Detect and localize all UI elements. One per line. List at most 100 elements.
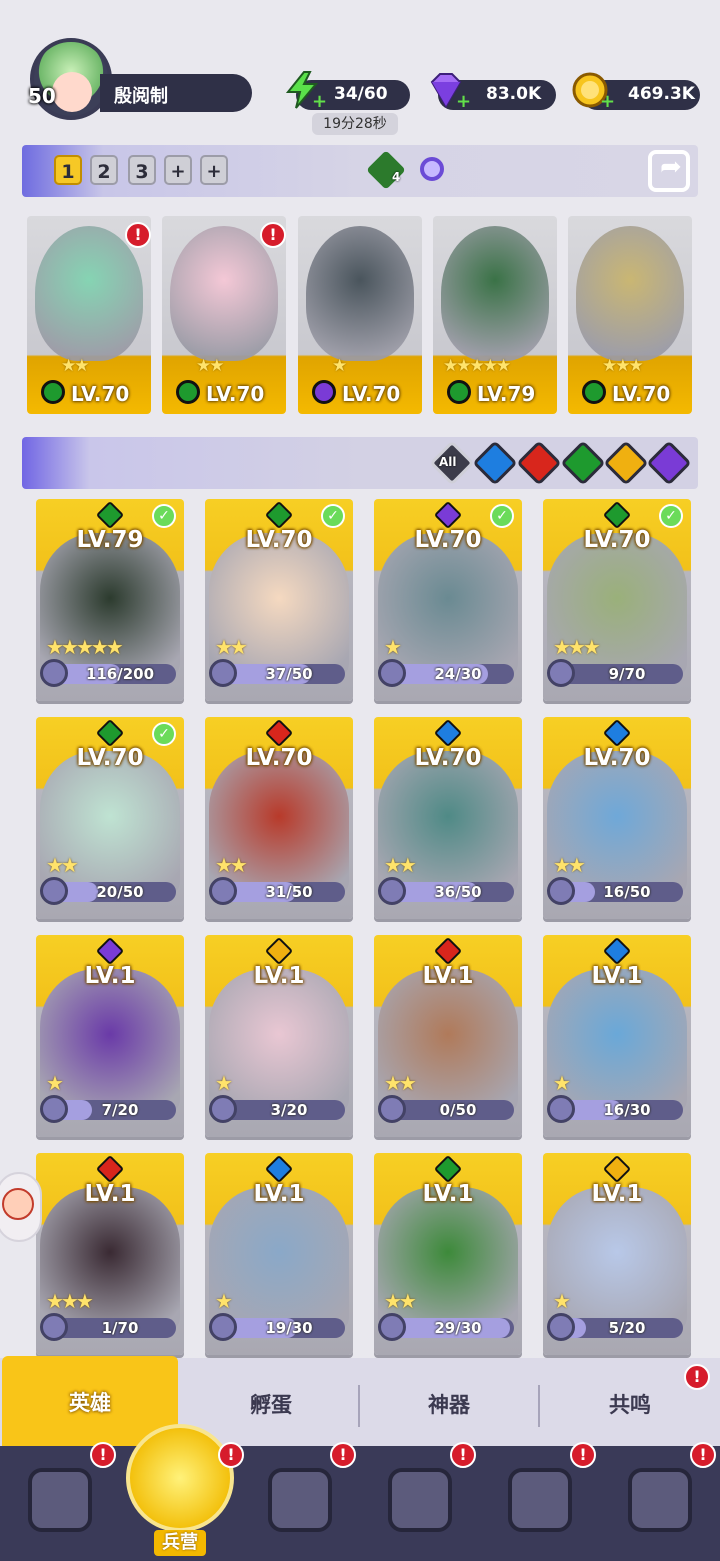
- hero-level: LV.70: [71, 382, 130, 406]
- filter-all-label: All: [439, 455, 457, 469]
- element-icon: [264, 500, 294, 530]
- team-slot-1[interactable]: 1: [54, 155, 82, 185]
- hero-portrait: [378, 533, 518, 678]
- hero-stars: ★★★: [602, 356, 644, 376]
- hero-card[interactable]: LV.1 ★ 5/20: [543, 1153, 691, 1355]
- hero-card[interactable]: LV.1 ★★ 0/50: [374, 935, 522, 1137]
- team-member-card[interactable]: ★★ LV.70!: [162, 216, 286, 414]
- shard-count: 116/200: [85, 665, 155, 683]
- hero-stars: ★★: [196, 356, 225, 376]
- hero-card[interactable]: LV.70 ★★ 31/50: [205, 717, 353, 919]
- tab-artifacts[interactable]: 神器: [360, 1358, 538, 1446]
- gold-value: 469.3K: [628, 84, 695, 104]
- gems-plus-icon[interactable]: +: [456, 93, 471, 111]
- avatar-face: [52, 72, 92, 112]
- nav-barracks[interactable]: 兵营 !: [120, 1424, 244, 1561]
- element-icon: [433, 718, 463, 748]
- hero-level: LV.79: [477, 382, 536, 406]
- element-icon: [602, 1154, 632, 1184]
- hero-level: LV.70: [206, 382, 265, 406]
- hero-level: LV.70: [414, 527, 482, 553]
- hero-portrait: [209, 1187, 349, 1332]
- hero-portrait: [209, 969, 349, 1114]
- nav-alert-icon: !: [450, 1442, 476, 1468]
- element-icon: [602, 500, 632, 530]
- hero-level: LV.1: [422, 1181, 474, 1207]
- shard-count: 16/50: [603, 883, 651, 901]
- hero-stars: ★★★: [553, 635, 601, 659]
- hero-portrait: [170, 226, 278, 361]
- nav-cards[interactable]: !: [0, 1442, 120, 1561]
- hero-level: LV.1: [591, 963, 643, 989]
- player-level: 50: [28, 84, 56, 108]
- team-slot-2[interactable]: 2: [90, 155, 118, 185]
- team-member-card[interactable]: ★★ LV.70!: [27, 216, 151, 414]
- hero-card[interactable]: LV.1 ★ 7/20: [36, 935, 184, 1137]
- team-member-card[interactable]: ★★★ LV.70: [568, 216, 692, 414]
- hero-stars: ★★: [215, 635, 248, 659]
- element-icon: [447, 380, 471, 404]
- alert-icon: !: [260, 222, 286, 248]
- nav-barracks-label: 兵营: [154, 1530, 206, 1556]
- team-slot-3[interactable]: 3: [128, 155, 156, 185]
- hero-card[interactable]: ✓ LV.70 ★★ 37/50: [205, 499, 353, 701]
- hero-card[interactable]: LV.1 ★ 16/30: [543, 935, 691, 1137]
- nav-alert-icon: !: [690, 1442, 716, 1468]
- hero-stars: ★★: [384, 1071, 417, 1095]
- shard-count: 36/50: [434, 883, 482, 901]
- hero-card[interactable]: LV.1 ★★ 29/30: [374, 1153, 522, 1355]
- element-icon: [433, 936, 463, 966]
- hero-card[interactable]: LV.1 ★★★ 1/70: [36, 1153, 184, 1355]
- hero-card[interactable]: LV.70 ★★ 16/50: [543, 717, 691, 919]
- team-member-card[interactable]: ★★★★★ LV.79: [433, 216, 557, 414]
- hero-portrait: [576, 226, 684, 361]
- hero-level: LV.70: [414, 745, 482, 771]
- nav-alert-icon: !: [570, 1442, 596, 1468]
- shard-count: 37/50: [265, 665, 313, 683]
- element-icon: [176, 380, 200, 404]
- element-icon: [95, 1154, 125, 1184]
- nav-mushroom[interactable]: !: [480, 1442, 600, 1561]
- nav-alert-icon: !: [90, 1442, 116, 1468]
- add-team-slot-button[interactable]: +: [164, 155, 192, 185]
- hero-stars: ★★: [215, 853, 248, 877]
- nav-banner[interactable]: !: [600, 1442, 720, 1561]
- hero-stars: ★: [553, 1071, 571, 1095]
- barracks-icon: [126, 1424, 234, 1532]
- hero-stars: ★★★★★: [443, 356, 511, 376]
- hero-card[interactable]: ✓ LV.70 ★ 24/30: [374, 499, 522, 701]
- team-member-card[interactable]: ★ LV.70: [298, 216, 422, 414]
- hero-level: LV.1: [422, 963, 474, 989]
- hero-portrait: [547, 1187, 687, 1332]
- hero-card[interactable]: LV.1 ★ 3/20: [205, 935, 353, 1137]
- hero-portrait: [35, 226, 143, 361]
- hero-level: LV.70: [583, 527, 651, 553]
- gold-plus-icon[interactable]: +: [600, 93, 615, 111]
- hero-level: LV.70: [245, 527, 313, 553]
- hero-level: LV.1: [253, 963, 305, 989]
- add-team-slot-button-2[interactable]: +: [200, 155, 228, 185]
- hero-card[interactable]: ✓ LV.79 ★★★★★ 116/200: [36, 499, 184, 701]
- equipped-check-icon: ✓: [659, 504, 683, 528]
- floating-helper-avatar-icon: [2, 1188, 34, 1220]
- energy-plus-icon[interactable]: +: [312, 93, 327, 111]
- hero-card[interactable]: ✓ LV.70 ★★★ 9/70: [543, 499, 691, 701]
- nav-map[interactable]: !: [240, 1442, 360, 1561]
- hero-card[interactable]: LV.1 ★ 19/30: [205, 1153, 353, 1355]
- shard-count: 5/20: [608, 1319, 646, 1337]
- mushroom-icon: [508, 1468, 572, 1532]
- search-icon[interactable]: [420, 157, 444, 181]
- hero-stars: ★: [46, 1071, 64, 1095]
- nav-castle[interactable]: !: [360, 1442, 480, 1561]
- hero-portrait: [306, 226, 414, 361]
- hero-level: LV.1: [253, 1181, 305, 1207]
- team-bar: [22, 145, 698, 197]
- hero-stars: ★★: [46, 853, 79, 877]
- hero-card[interactable]: ✓ LV.70 ★★ 20/50: [36, 717, 184, 919]
- player-name: 殷阅制: [114, 86, 168, 107]
- hero-portrait: [441, 226, 549, 361]
- hero-card[interactable]: LV.70 ★★ 36/50: [374, 717, 522, 919]
- hero-stars: ★★: [61, 356, 90, 376]
- equipped-check-icon: ✓: [321, 504, 345, 528]
- shard-count: 31/50: [265, 883, 313, 901]
